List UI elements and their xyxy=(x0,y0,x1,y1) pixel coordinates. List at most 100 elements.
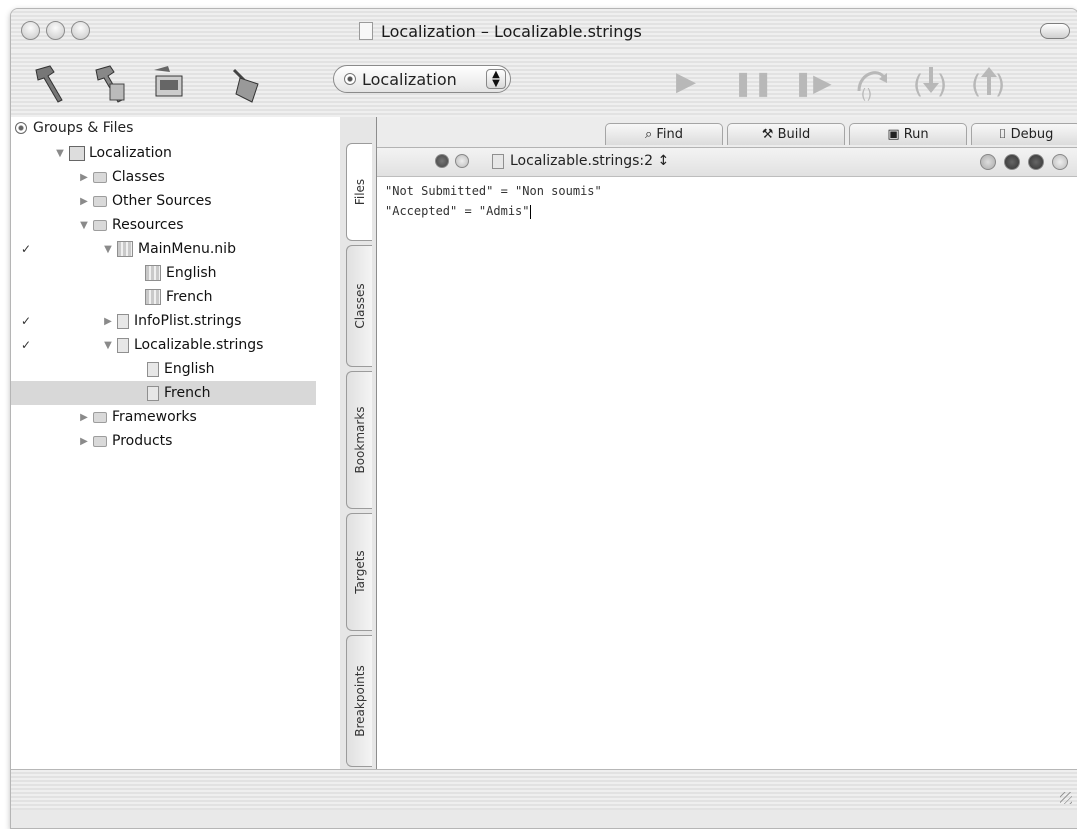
tree-item-localizable-strings[interactable]: ✓ ▼ Localizable.strings xyxy=(11,333,316,357)
forward-arrow-icon[interactable] xyxy=(455,154,469,168)
folder-icon xyxy=(93,219,107,231)
magnifier-icon: ⌕ xyxy=(644,127,657,142)
toolbar-toggle-button[interactable] xyxy=(1040,23,1070,39)
step-out-icon[interactable]: () xyxy=(969,61,1009,108)
tab-find[interactable]: ⌕ Find xyxy=(605,123,723,145)
sidebar-gutter xyxy=(316,117,341,769)
tree-item-label: English xyxy=(166,265,217,281)
toolbar: Localization ▲ ▼ ▶ ❚❚ ❚▶ () () () xyxy=(11,51,1077,118)
minimize-button[interactable] xyxy=(46,21,65,40)
close-button[interactable] xyxy=(21,21,40,40)
file-popup[interactable]: Localizable.strings:2 ↕ xyxy=(492,153,669,169)
debug-icon: ⌷ xyxy=(998,127,1011,142)
tree-item-frameworks[interactable]: ▶ Frameworks xyxy=(11,405,316,429)
checkmark-icon[interactable] xyxy=(980,154,996,170)
disclosure-closed-icon[interactable]: ▶ xyxy=(79,196,89,207)
tab-run[interactable]: ▣ Run xyxy=(849,123,967,145)
disclosure-open-icon[interactable]: ▼ xyxy=(103,340,113,351)
close-editor-icon[interactable] xyxy=(1052,154,1068,170)
status-bar xyxy=(11,769,1077,810)
step-over-icon[interactable]: () xyxy=(853,61,893,108)
resize-grip-icon[interactable] xyxy=(1060,792,1072,804)
tab-bookmarks-label: Bookmarks xyxy=(352,406,367,474)
target-checkbox[interactable]: ✓ xyxy=(21,338,31,352)
zoom-button[interactable] xyxy=(71,21,90,40)
terminal-icon: ▣ xyxy=(887,127,904,142)
file-icon xyxy=(147,385,159,401)
back-arrow-icon[interactable] xyxy=(435,154,449,168)
window-title-group: Localization – Localizable.strings xyxy=(359,19,642,43)
tree-item-label: Resources xyxy=(112,217,184,233)
tree-item-strings-english[interactable]: English xyxy=(11,357,316,381)
svg-text:): ) xyxy=(937,70,947,100)
title-bar[interactable]: Localization – Localizable.strings xyxy=(11,9,1077,51)
active-target-label: Localization xyxy=(362,69,457,89)
tab-debug[interactable]: ⌷ Debug xyxy=(971,123,1077,145)
strings-file-icon xyxy=(117,313,129,329)
tab-build[interactable]: ⚒ Build xyxy=(727,123,845,145)
document-proxy-icon[interactable] xyxy=(359,22,373,40)
project-icon xyxy=(69,145,85,161)
tab-files[interactable]: Files xyxy=(346,143,372,241)
code-line: "Accepted" = "Admis" xyxy=(385,204,530,218)
code-editor[interactable]: "Not Submitted" = "Non soumis" "Accepted… xyxy=(385,181,602,221)
hammer-icon: ⚒ xyxy=(761,127,778,142)
tree-item-strings-french[interactable]: French xyxy=(11,381,316,405)
pause-icon[interactable]: ❚❚ xyxy=(733,69,773,97)
disclosure-closed-icon[interactable]: ▶ xyxy=(79,412,89,423)
tree-item-nib-english[interactable]: English xyxy=(11,261,316,285)
tree-item-label: Classes xyxy=(112,169,165,185)
active-target-popup[interactable]: Localization ▲ ▼ xyxy=(333,65,511,93)
tree-item-label: Frameworks xyxy=(112,409,197,425)
bookmark-icon[interactable] xyxy=(1004,154,1020,170)
tab-bookmarks[interactable]: Bookmarks xyxy=(346,371,372,509)
clean-broom-icon[interactable] xyxy=(221,61,271,107)
vertical-tab-strip: Files Classes Bookmarks Targets Breakpoi… xyxy=(340,117,376,769)
groups-header[interactable]: Groups & Files xyxy=(11,117,316,139)
strings-file-icon xyxy=(117,337,129,353)
build-and-run-icon[interactable] xyxy=(85,61,135,107)
run-icon[interactable]: ▶ xyxy=(676,67,696,97)
tree-item-mainmenu-nib[interactable]: ✓ ▼ MainMenu.nib xyxy=(11,237,316,261)
target-icon xyxy=(344,73,356,85)
file-popup-label: Localizable.strings:2 ↕ xyxy=(510,153,670,169)
folder-icon xyxy=(93,435,107,447)
tree-item-classes[interactable]: ▶ Classes xyxy=(11,165,316,189)
tree-item-label: French xyxy=(166,289,213,305)
text-caret xyxy=(529,204,531,219)
counterpart-icon[interactable] xyxy=(1028,154,1044,170)
disclosure-closed-icon[interactable]: ▶ xyxy=(79,172,89,183)
tab-breakpoints-label: Breakpoints xyxy=(352,665,367,737)
tree-item-label: InfoPlist.strings xyxy=(134,313,242,329)
tab-build-label: Build xyxy=(777,127,811,142)
svg-text:(): () xyxy=(861,87,872,101)
tree-item-other-sources[interactable]: ▶ Other Sources xyxy=(11,189,316,213)
disclosure-closed-icon[interactable]: ▶ xyxy=(79,436,89,447)
tab-classes[interactable]: Classes xyxy=(346,245,372,367)
tab-targets[interactable]: Targets xyxy=(346,513,372,631)
disclosure-closed-icon[interactable]: ▶ xyxy=(103,316,113,327)
build-hammer-icon[interactable] xyxy=(25,61,75,107)
tree-item-label: Other Sources xyxy=(112,193,212,209)
groups-and-files-sidebar: Groups & Files ▼ Localization ▶ Classes … xyxy=(11,117,317,769)
target-checkbox[interactable]: ✓ xyxy=(21,242,31,256)
disclosure-open-icon[interactable]: ▼ xyxy=(79,220,89,231)
tree-item-resources[interactable]: ▼ Resources xyxy=(11,213,316,237)
editor-nav-bar: Localizable.strings:2 ↕ xyxy=(377,148,1077,177)
tree-item-products[interactable]: ▶ Products xyxy=(11,429,316,453)
target-checkbox[interactable]: ✓ xyxy=(21,314,31,328)
groups-header-label: Groups & Files xyxy=(33,120,134,136)
build-and-debug-icon[interactable] xyxy=(145,61,195,107)
tree-item-infoplist-strings[interactable]: ✓ ▶ InfoPlist.strings xyxy=(11,309,316,333)
nib-file-icon xyxy=(145,265,161,281)
step-into-icon[interactable]: () xyxy=(911,61,951,108)
tree-item-nib-french[interactable]: French xyxy=(11,285,316,309)
disclosure-open-icon[interactable]: ▼ xyxy=(103,244,113,255)
disclosure-open-icon[interactable]: ▼ xyxy=(55,148,65,159)
tree-item-label: Products xyxy=(112,433,173,449)
tree-item-label: Localizable.strings xyxy=(134,337,264,353)
tab-breakpoints[interactable]: Breakpoints xyxy=(346,635,372,767)
tree-item-localization[interactable]: ▼ Localization xyxy=(11,141,316,165)
folder-icon xyxy=(93,195,107,207)
continue-icon[interactable]: ❚▶ xyxy=(793,69,832,97)
